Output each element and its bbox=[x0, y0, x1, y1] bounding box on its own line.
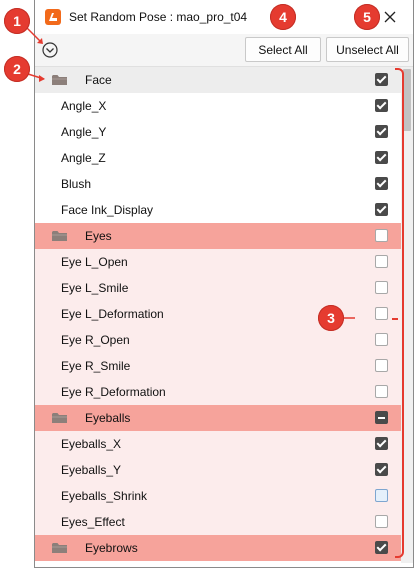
annotation-badge-4: 4 bbox=[270, 4, 296, 30]
annotation-arrows bbox=[26, 27, 355, 319]
annotation-badge-1: 1 bbox=[4, 8, 30, 34]
annotation-badge-5: 5 bbox=[354, 4, 380, 30]
annotation-badge-3: 3 bbox=[318, 305, 344, 331]
annotation-arrowhead-2 bbox=[39, 75, 45, 82]
annotation-badge-2: 2 bbox=[4, 56, 30, 82]
